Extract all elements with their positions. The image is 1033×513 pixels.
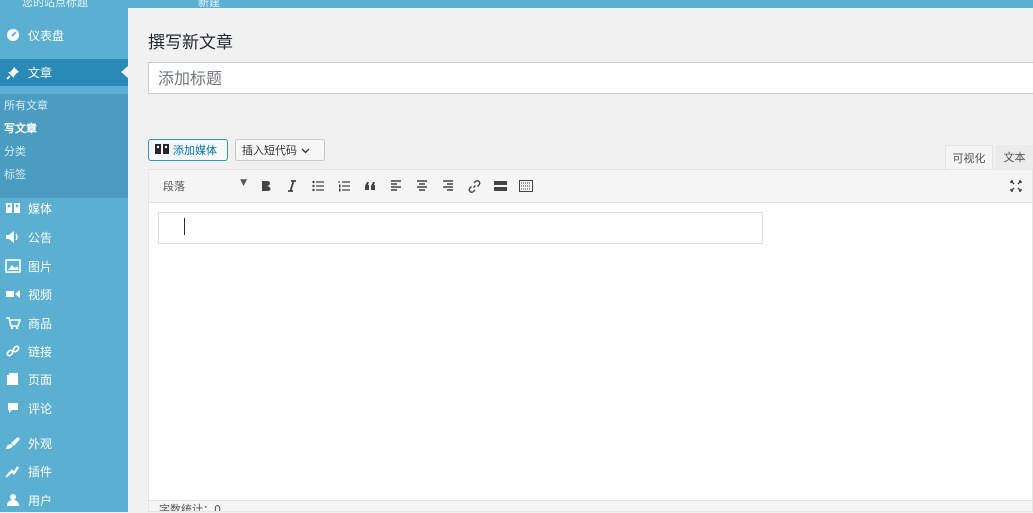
media-icon <box>155 143 169 158</box>
sidebar-item-dashboard[interactable]: 仪表盘 <box>0 22 128 48</box>
add-media-button[interactable]: 添加媒体 <box>148 139 228 161</box>
format-select-value: 段落 <box>163 180 185 193</box>
sidebar-item-posts[interactable]: 文章 <box>0 59 128 86</box>
sidebar-item-pages[interactable]: 页面 <box>0 366 128 392</box>
dashboard-icon <box>4 26 22 44</box>
sidebar-item-videos[interactable]: 视频 <box>0 281 128 307</box>
chevron-down-icon <box>301 144 310 157</box>
fullscreen-icon[interactable] <box>1007 177 1025 195</box>
media-icon <box>4 199 22 217</box>
insert-shortcode-label: 插入短代码 <box>242 144 297 157</box>
editor-status-bar: 字数统计：0 <box>149 500 1032 511</box>
page-title: 撰写新文章 <box>148 33 233 53</box>
italic-button[interactable] <box>283 177 301 195</box>
sidebar-item-label: 视频 <box>28 287 53 302</box>
sidebar-item-label: 文章 <box>28 66 53 80</box>
editor-toolbar: 段落 ▼ <box>149 170 1032 203</box>
sidebar-item-label: 外观 <box>28 436 53 451</box>
sidebar-item-label: 图片 <box>28 259 53 274</box>
align-center-button[interactable] <box>413 177 431 195</box>
sidebar-item-images[interactable]: 图片 <box>0 253 128 279</box>
sidebar-item-label: 用户 <box>28 493 53 508</box>
sidebar-item-label: 页面 <box>28 372 53 387</box>
site-name-link[interactable]: 您的站点标题 <box>22 0 88 8</box>
tab-text[interactable]: 文本 <box>996 145 1033 169</box>
align-right-button[interactable] <box>439 177 457 195</box>
sidebar-item-comments[interactable]: 评论 <box>0 395 128 421</box>
link-button[interactable] <box>465 177 483 195</box>
format-select[interactable]: 段落 ▼ <box>155 176 247 196</box>
toolbar-toggle-button[interactable] <box>517 177 535 195</box>
submenu-all-posts[interactable]: 所有文章 <box>4 97 48 113</box>
posts-submenu: 所有文章 写文章 分类 标签 <box>0 94 128 198</box>
post-title-input[interactable] <box>148 62 1033 94</box>
insert-shortcode-button[interactable]: 插入短代码 <box>235 139 325 161</box>
submenu-categories[interactable]: 分类 <box>4 143 26 159</box>
word-count: 字数统计：0 <box>159 503 221 511</box>
admin-sidebar: 仪表盘 文章 所有文章 写文章 分类 标签 媒体 公告 图片 视频 商品 链接 … <box>0 8 128 512</box>
sidebar-item-label: 公告 <box>28 230 53 245</box>
link-icon <box>4 342 22 360</box>
user-icon <box>4 491 22 509</box>
tab-visual[interactable]: 可视化 <box>945 145 993 170</box>
sidebar-item-label: 链接 <box>28 344 53 359</box>
sidebar-item-appearance[interactable]: 外观 <box>0 430 128 456</box>
cart-icon <box>4 314 22 332</box>
text-caret <box>184 218 185 235</box>
read-more-button[interactable] <box>491 177 509 195</box>
submenu-write-post[interactable]: 写文章 <box>4 120 37 136</box>
sidebar-item-label: 仪表盘 <box>28 28 65 43</box>
submenu-tags[interactable]: 标签 <box>4 166 26 182</box>
caret-down-icon: ▼ <box>240 178 247 188</box>
blockquote-button[interactable] <box>361 177 379 195</box>
comment-icon <box>4 399 22 417</box>
sidebar-item-links[interactable]: 链接 <box>0 338 128 364</box>
bulleted-list-button[interactable] <box>309 177 327 195</box>
sidebar-item-users[interactable]: 用户 <box>0 487 128 513</box>
sidebar-item-plugins[interactable]: 插件 <box>0 458 128 484</box>
sidebar-item-label: 商品 <box>28 316 53 331</box>
admin-bar: 您的站点标题 新建 <box>0 0 1033 8</box>
align-left-button[interactable] <box>387 177 405 195</box>
page-icon <box>4 370 22 388</box>
sidebar-item-media[interactable]: 媒体 <box>0 195 128 221</box>
image-icon <box>4 257 22 275</box>
new-content-link[interactable]: 新建 <box>198 0 220 8</box>
sidebar-item-label: 媒体 <box>28 201 53 216</box>
editor-content-area[interactable] <box>158 212 763 244</box>
sidebar-item-products[interactable]: 商品 <box>0 310 128 336</box>
brush-icon <box>4 434 22 452</box>
video-icon <box>4 285 22 303</box>
numbered-list-button[interactable] <box>335 177 353 195</box>
bold-button[interactable] <box>257 177 275 195</box>
add-media-label: 添加媒体 <box>173 144 217 157</box>
megaphone-icon <box>4 228 22 246</box>
post-editor: 段落 ▼ 字数统计：0 <box>148 169 1033 512</box>
pin-icon <box>4 64 22 82</box>
sidebar-item-label: 评论 <box>28 401 53 416</box>
sidebar-item-label: 插件 <box>28 464 53 479</box>
sidebar-item-announcements[interactable]: 公告 <box>0 224 128 250</box>
plugin-icon <box>4 462 22 480</box>
